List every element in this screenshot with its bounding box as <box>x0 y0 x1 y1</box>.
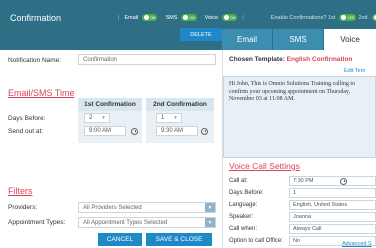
voice-days-before-label: Days Before: <box>229 189 264 196</box>
providers-label: Providers: <box>8 204 38 211</box>
send-out-label: Send out at: <box>8 128 44 135</box>
speaker-select[interactable]: Joanna <box>289 211 376 222</box>
first-time-input[interactable]: 9:00 AM <box>84 126 126 136</box>
language-row: Language: English, United States <box>223 199 376 210</box>
page-title: Confirmation <box>10 13 62 23</box>
second-confirmation-label: 2nd <box>358 14 368 21</box>
clock-icon[interactable] <box>340 177 347 185</box>
second-days-select[interactable]: 1 ▼ <box>156 113 182 123</box>
enable-confirmations-label: Enable Confirmations? 1st <box>270 14 336 21</box>
call-at-input[interactable]: 7:30 PM <box>289 175 376 186</box>
chosen-template-label: Chosen Template: <box>229 56 285 63</box>
call-at-row: Call at: 7:30 PM <box>223 175 376 186</box>
language-label: Language: <box>229 201 258 208</box>
notification-name-input[interactable]: Confirmation <box>78 54 216 65</box>
appointment-types-select[interactable]: All Appointment Types Selected ▼ <box>78 217 216 228</box>
save-close-button[interactable]: SAVE & CLOSE <box>146 233 212 246</box>
tab-sms[interactable]: SMS <box>273 29 323 50</box>
days-before-label: Days Before: <box>8 115 46 122</box>
chevron-down-icon: ▼ <box>205 203 215 212</box>
call-at-label: Call at: <box>229 177 248 184</box>
email-toggle[interactable]: ON <box>142 14 158 21</box>
email-toggle-label: Email <box>124 14 139 21</box>
second-confirmation-header: 2nd Confirmation <box>146 98 214 111</box>
call-when-label: Call when: <box>229 225 258 232</box>
call-when-row: Call when: Always Call <box>223 223 376 234</box>
language-select[interactable]: English, United States <box>289 199 376 210</box>
providers-select[interactable]: All Providers Selected ▼ <box>78 202 216 213</box>
days-before-row: Days Before: 1 <box>223 187 376 198</box>
first-days-select[interactable]: 2 ▼ <box>84 113 110 123</box>
call-when-select[interactable]: Always Call <box>289 223 376 234</box>
enable-first-toggle[interactable]: YES <box>339 14 357 21</box>
edit-template-link[interactable]: Edit Tem <box>344 68 365 74</box>
option-office-label: Option to call Office: <box>229 237 283 244</box>
cancel-button[interactable]: CANCEL <box>98 233 142 246</box>
providers-value: All Providers Selected <box>83 204 142 211</box>
clock-icon[interactable] <box>201 128 208 135</box>
sms-toggle[interactable]: ON <box>181 14 197 21</box>
speaker-label: Speaker: <box>229 213 254 220</box>
voice-days-before-input[interactable]: 1 <box>289 187 376 198</box>
email-sms-time-title: Email/SMS Time <box>8 88 75 98</box>
chevron-down-icon: ▼ <box>205 218 215 227</box>
chosen-template-value: English Confirmation <box>286 56 353 63</box>
sms-toggle-label: SMS <box>165 14 178 21</box>
second-time-input[interactable]: 9:30 AM <box>156 126 198 136</box>
clock-icon[interactable] <box>131 128 138 135</box>
first-confirmation-header: 1st Confirmation <box>78 98 142 111</box>
notification-name-label: Notification Name: <box>8 57 62 64</box>
chevron-down-icon: ▼ <box>173 115 178 121</box>
voice-toggle[interactable]: ON <box>222 14 238 21</box>
enable-second-toggle[interactable] <box>371 14 376 21</box>
voice-toggle-label: Voice <box>204 14 219 21</box>
channel-toggles: | Email ON SMS ON Voice ON | Enable Conf… <box>115 14 376 21</box>
first-days-value: 2 <box>89 115 93 121</box>
appointment-types-label: Appointment Types: <box>8 219 66 226</box>
voice-call-settings-title: Voice Call Settings <box>229 161 300 171</box>
tab-voice[interactable]: Voice <box>324 29 376 50</box>
tab-email[interactable]: Email <box>222 29 272 50</box>
speaker-row: Speaker: Joanna <box>223 211 376 222</box>
advanced-settings-link[interactable]: Advanced S <box>342 241 372 247</box>
call-at-value: 7:30 PM <box>293 177 314 184</box>
delete-button[interactable]: DELETE <box>180 28 222 41</box>
appointment-types-value: All Appointment Types Selected <box>83 219 168 226</box>
message-preview-text: Hi John, This is Omnio Solutions Trainin… <box>229 81 356 102</box>
chevron-down-icon: ▼ <box>101 115 106 121</box>
second-days-value: 1 <box>161 115 165 121</box>
chosen-template: Chosen Template: English Confirmation <box>229 56 352 63</box>
filters-title: Filters <box>8 186 33 196</box>
